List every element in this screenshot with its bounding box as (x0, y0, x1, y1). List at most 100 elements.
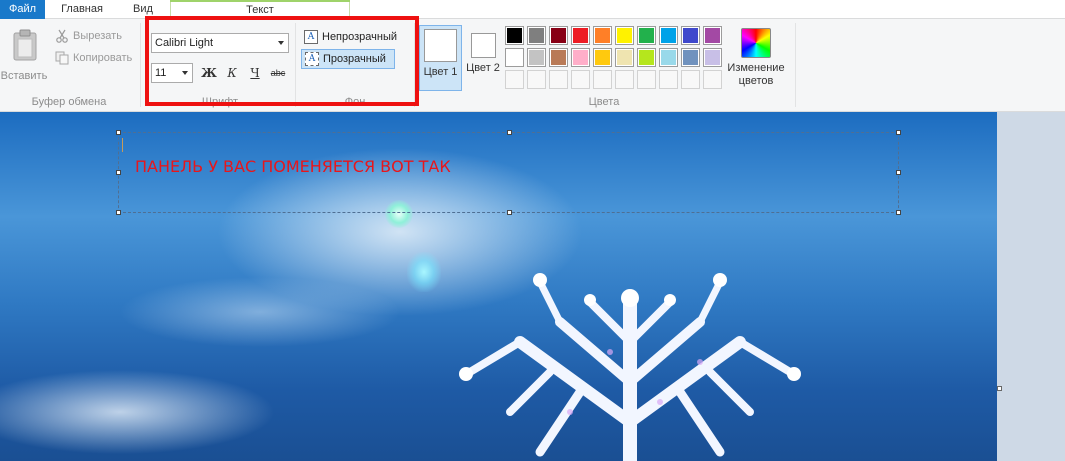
palette-color-swatch[interactable] (549, 26, 568, 45)
group-divider (795, 23, 796, 107)
color-palette (505, 26, 725, 92)
copy-label: Копировать (73, 52, 133, 64)
resize-handle-bottom-left[interactable] (116, 210, 121, 215)
color2-button[interactable]: Цвет 2 (465, 25, 501, 91)
palette-color-fill (595, 28, 610, 43)
paste-button[interactable]: Вставить (0, 25, 48, 87)
palette-color-swatch[interactable] (571, 26, 590, 45)
resize-handle-bottom[interactable] (507, 210, 512, 215)
text-caret (122, 138, 123, 152)
palette-color-swatch[interactable] (659, 26, 678, 45)
custom-color-slot[interactable] (703, 70, 722, 89)
palette-color-swatch[interactable] (681, 26, 700, 45)
bold-button[interactable]: Ж (199, 63, 219, 83)
font-family-select[interactable]: Calibri Light (151, 33, 289, 53)
strikethrough-button[interactable]: abc (268, 63, 288, 83)
colors-group-label: Цвета (588, 96, 620, 108)
text-box[interactable]: ПАНЕЛЬ У ВАС ПОМЕНЯЕТСЯ ВОТ ТАК (116, 130, 901, 215)
palette-color-swatch[interactable] (593, 48, 612, 67)
custom-color-slot[interactable] (637, 70, 656, 89)
color2-swatch (470, 33, 496, 58)
palette-color-swatch[interactable] (659, 48, 678, 67)
tab-home[interactable]: Главная (48, 0, 116, 19)
scissors-icon (56, 29, 68, 43)
palette-color-swatch[interactable] (637, 26, 656, 45)
background-transparent-option[interactable]: A Прозрачный (301, 49, 395, 69)
tab-view[interactable]: Вид (120, 0, 166, 19)
transparent-label: Прозрачный (323, 53, 386, 65)
tab-text[interactable]: Текст (170, 0, 350, 20)
cut-button[interactable]: Вырезать (55, 27, 122, 45)
palette-color-fill (683, 28, 698, 43)
clipboard-icon (13, 29, 37, 61)
copy-button[interactable]: Копировать (55, 49, 132, 67)
palette-color-fill (639, 28, 654, 43)
snowflake-image (459, 273, 801, 461)
color2-label: Цвет 2 (466, 62, 500, 74)
font-size-value: 11 (155, 67, 167, 79)
palette-color-fill (573, 50, 588, 65)
palette-color-fill (529, 50, 544, 65)
palette-color-fill (595, 50, 610, 65)
palette-color-swatch[interactable] (615, 26, 634, 45)
color1-swatch (424, 29, 457, 62)
edit-colors-label: Изменение цветов (727, 62, 785, 87)
custom-color-slot[interactable] (593, 70, 612, 89)
custom-color-slot[interactable] (571, 70, 590, 89)
palette-color-swatch[interactable] (703, 48, 722, 67)
custom-color-slot[interactable] (615, 70, 634, 89)
resize-handle-top-left[interactable] (116, 130, 121, 135)
palette-color-fill (507, 50, 522, 65)
color1-label: Цвет 1 (423, 66, 458, 78)
custom-color-slot[interactable] (527, 70, 546, 89)
canvas-text[interactable]: ПАНЕЛЬ У ВАС ПОМЕНЯЕТСЯ ВОТ ТАК (135, 157, 451, 176)
palette-color-swatch[interactable] (505, 26, 524, 45)
palette-color-swatch[interactable] (549, 48, 568, 67)
underline-button[interactable]: Ч (245, 63, 265, 83)
palette-color-fill (661, 28, 676, 43)
clipboard-group-label: Буфер обмена (31, 96, 107, 108)
chevron-down-icon (182, 71, 188, 75)
copy-icon (55, 51, 69, 65)
group-divider (140, 23, 141, 107)
palette-color-swatch[interactable] (571, 48, 590, 67)
palette-color-swatch[interactable] (593, 26, 612, 45)
palette-color-swatch[interactable] (505, 48, 524, 67)
text-box-opaque-icon: A (304, 30, 318, 44)
palette-color-fill (529, 28, 544, 43)
custom-color-slot[interactable] (549, 70, 568, 89)
resize-handle-top[interactable] (507, 130, 512, 135)
palette-color-swatch[interactable] (681, 48, 700, 67)
palette-color-swatch[interactable] (703, 26, 722, 45)
custom-color-slot[interactable] (659, 70, 678, 89)
color1-button[interactable]: Цвет 1 (419, 25, 462, 91)
chevron-down-icon (278, 41, 284, 45)
palette-color-fill (705, 28, 720, 43)
background-group-label: Фон (344, 96, 366, 108)
tab-file[interactable]: Файл (0, 0, 45, 19)
italic-button[interactable]: К (222, 63, 242, 83)
palette-color-fill (507, 28, 522, 43)
palette-color-swatch[interactable] (637, 48, 656, 67)
palette-color-swatch[interactable] (527, 48, 546, 67)
font-size-select[interactable]: 11 (151, 63, 193, 83)
background-opaque-option[interactable]: A Непрозрачный (301, 27, 407, 47)
edit-colors-button[interactable]: Изменение цветов (726, 26, 786, 92)
resize-handle-top-right[interactable] (896, 130, 901, 135)
custom-color-slot[interactable] (505, 70, 524, 89)
text-box-transparent-icon: A (305, 52, 319, 66)
custom-color-slot[interactable] (681, 70, 700, 89)
image-canvas[interactable]: ПАНЕЛЬ У ВАС ПОМЕНЯЕТСЯ ВОТ ТАК (0, 112, 997, 461)
canvas-resize-handle[interactable] (997, 386, 1002, 391)
palette-color-fill (617, 28, 632, 43)
palette-color-fill (551, 28, 566, 43)
resize-handle-left[interactable] (116, 170, 121, 175)
resize-handle-right[interactable] (896, 170, 901, 175)
palette-color-fill (551, 50, 566, 65)
palette-color-swatch[interactable] (615, 48, 634, 67)
cut-label: Вырезать (73, 30, 122, 42)
palette-color-swatch[interactable] (527, 26, 546, 45)
palette-color-fill (573, 28, 588, 43)
resize-handle-bottom-right[interactable] (896, 210, 901, 215)
opaque-label: Непрозрачный (322, 31, 398, 43)
